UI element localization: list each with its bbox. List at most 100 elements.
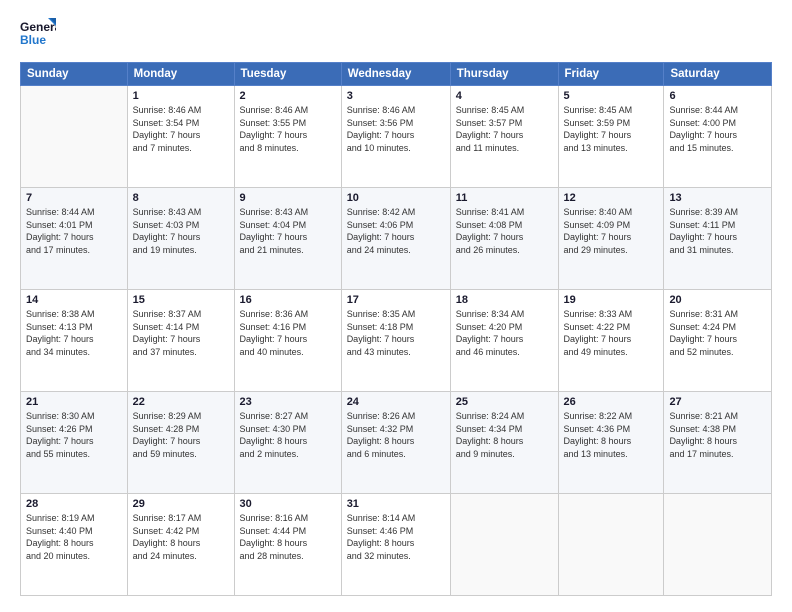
day-info: Sunrise: 8:33 AM Sunset: 4:22 PM Dayligh… — [564, 308, 659, 358]
calendar-cell: 20 Sunrise: 8:31 AM Sunset: 4:24 PM Dayli… — [664, 290, 772, 392]
day-number: 4 — [456, 90, 553, 102]
day-info: Sunrise: 8:27 AM Sunset: 4:30 PM Dayligh… — [240, 410, 336, 460]
calendar-cell: 16 Sunrise: 8:36 AM Sunset: 4:16 PM Dayli… — [234, 290, 341, 392]
week-row-4: 21Sunrise: 8:30 AM Sunset: 4:26 PM Dayli… — [21, 392, 772, 494]
header: General Blue — [20, 16, 772, 52]
day-number: 7 — [26, 192, 122, 204]
calendar-cell: 14Sunrise: 8:38 AM Sunset: 4:13 PM Dayli… — [21, 290, 128, 392]
day-number: 9 — [240, 192, 336, 204]
week-row-2: 7 Sunrise: 8:44 AM Sunset: 4:01 PM Daylig… — [21, 188, 772, 290]
day-info: Sunrise: 8:31 AM Sunset: 4:24 PM Dayligh… — [669, 308, 766, 358]
day-number: 15 — [133, 294, 229, 306]
calendar-cell: 17Sunrise: 8:35 AM Sunset: 4:18 PM Dayli… — [341, 290, 450, 392]
calendar-cell: 25Sunrise: 8:24 AM Sunset: 4:34 PM Dayli… — [450, 392, 558, 494]
day-number: 31 — [347, 498, 445, 510]
calendar-cell: 18Sunrise: 8:34 AM Sunset: 4:20 PM Dayli… — [450, 290, 558, 392]
day-number: 25 — [456, 396, 553, 408]
day-info: Sunrise: 8:44 AM Sunset: 4:00 PM Dayligh… — [669, 104, 766, 154]
svg-text:General: General — [20, 20, 56, 34]
calendar-cell: 24 Sunrise: 8:26 AM Sunset: 4:32 PM Dayli… — [341, 392, 450, 494]
day-info: Sunrise: 8:29 AM Sunset: 4:28 PM Dayligh… — [133, 410, 229, 460]
day-number: 17 — [347, 294, 445, 306]
calendar-cell: 29 Sunrise: 8:17 AM Sunset: 4:42 PM Dayli… — [127, 494, 234, 596]
day-info: Sunrise: 8:16 AM Sunset: 4:44 PM Dayligh… — [240, 512, 336, 562]
day-info: Sunrise: 8:21 AM Sunset: 4:38 PM Dayligh… — [669, 410, 766, 460]
day-info: Sunrise: 8:36 AM Sunset: 4:16 PM Dayligh… — [240, 308, 336, 358]
week-row-1: 1Sunrise: 8:46 AM Sunset: 3:54 PM Daylig… — [21, 86, 772, 188]
calendar-cell: 6 Sunrise: 8:44 AM Sunset: 4:00 PM Daylig… — [664, 86, 772, 188]
day-number: 28 — [26, 498, 122, 510]
day-info: Sunrise: 8:26 AM Sunset: 4:32 PM Dayligh… — [347, 410, 445, 460]
calendar-cell: 11Sunrise: 8:41 AM Sunset: 4:08 PM Dayli… — [450, 188, 558, 290]
day-number: 26 — [564, 396, 659, 408]
day-number: 16 — [240, 294, 336, 306]
calendar-table: SundayMondayTuesdayWednesdayThursdayFrid… — [20, 62, 772, 596]
weekday-header-saturday: Saturday — [664, 63, 772, 86]
day-info: Sunrise: 8:38 AM Sunset: 4:13 PM Dayligh… — [26, 308, 122, 358]
calendar-cell — [450, 494, 558, 596]
day-info: Sunrise: 8:43 AM Sunset: 4:03 PM Dayligh… — [133, 206, 229, 256]
weekday-header-tuesday: Tuesday — [234, 63, 341, 86]
calendar-cell: 28 Sunrise: 8:19 AM Sunset: 4:40 PM Dayli… — [21, 494, 128, 596]
logo: General Blue — [20, 16, 56, 52]
calendar-cell: 22 Sunrise: 8:29 AM Sunset: 4:28 PM Dayli… — [127, 392, 234, 494]
calendar-cell — [21, 86, 128, 188]
day-number: 13 — [669, 192, 766, 204]
calendar-cell: 21Sunrise: 8:30 AM Sunset: 4:26 PM Dayli… — [21, 392, 128, 494]
logo-bird-icon: General Blue — [20, 16, 56, 52]
day-number: 30 — [240, 498, 336, 510]
calendar-cell: 8 Sunrise: 8:43 AM Sunset: 4:03 PM Daylig… — [127, 188, 234, 290]
day-info: Sunrise: 8:39 AM Sunset: 4:11 PM Dayligh… — [669, 206, 766, 256]
weekday-header-row: SundayMondayTuesdayWednesdayThursdayFrid… — [21, 63, 772, 86]
weekday-header-wednesday: Wednesday — [341, 63, 450, 86]
day-number: 10 — [347, 192, 445, 204]
calendar-cell: 12 Sunrise: 8:40 AM Sunset: 4:09 PM Dayli… — [558, 188, 664, 290]
calendar-cell — [558, 494, 664, 596]
calendar-cell: 27 Sunrise: 8:21 AM Sunset: 4:38 PM Dayli… — [664, 392, 772, 494]
day-info: Sunrise: 8:46 AM Sunset: 3:55 PM Dayligh… — [240, 104, 336, 154]
day-info: Sunrise: 8:43 AM Sunset: 4:04 PM Dayligh… — [240, 206, 336, 256]
week-row-3: 14Sunrise: 8:38 AM Sunset: 4:13 PM Dayli… — [21, 290, 772, 392]
day-number: 8 — [133, 192, 229, 204]
day-info: Sunrise: 8:19 AM Sunset: 4:40 PM Dayligh… — [26, 512, 122, 562]
day-number: 29 — [133, 498, 229, 510]
calendar-cell — [664, 494, 772, 596]
day-info: Sunrise: 8:22 AM Sunset: 4:36 PM Dayligh… — [564, 410, 659, 460]
calendar-cell: 5 Sunrise: 8:45 AM Sunset: 3:59 PM Daylig… — [558, 86, 664, 188]
calendar-cell: 2 Sunrise: 8:46 AM Sunset: 3:55 PM Daylig… — [234, 86, 341, 188]
weekday-header-monday: Monday — [127, 63, 234, 86]
weekday-header-thursday: Thursday — [450, 63, 558, 86]
day-number: 1 — [133, 90, 229, 102]
day-number: 11 — [456, 192, 553, 204]
day-info: Sunrise: 8:42 AM Sunset: 4:06 PM Dayligh… — [347, 206, 445, 256]
weekday-header-sunday: Sunday — [21, 63, 128, 86]
logo-container: General Blue — [20, 16, 56, 52]
day-number: 2 — [240, 90, 336, 102]
calendar-cell: 31 Sunrise: 8:14 AM Sunset: 4:46 PM Dayli… — [341, 494, 450, 596]
page: General Blue SundayMondayTuesdayWednesda… — [0, 0, 792, 612]
day-info: Sunrise: 8:17 AM Sunset: 4:42 PM Dayligh… — [133, 512, 229, 562]
calendar-cell: 9 Sunrise: 8:43 AM Sunset: 4:04 PM Daylig… — [234, 188, 341, 290]
day-number: 24 — [347, 396, 445, 408]
day-number: 6 — [669, 90, 766, 102]
day-number: 27 — [669, 396, 766, 408]
day-number: 22 — [133, 396, 229, 408]
day-info: Sunrise: 8:45 AM Sunset: 3:57 PM Dayligh… — [456, 104, 553, 154]
day-number: 12 — [564, 192, 659, 204]
day-number: 21 — [26, 396, 122, 408]
calendar-cell: 30 Sunrise: 8:16 AM Sunset: 4:44 PM Dayli… — [234, 494, 341, 596]
day-info: Sunrise: 8:34 AM Sunset: 4:20 PM Dayligh… — [456, 308, 553, 358]
calendar-cell: 23Sunrise: 8:27 AM Sunset: 4:30 PM Dayli… — [234, 392, 341, 494]
svg-text:Blue: Blue — [20, 33, 46, 47]
day-info: Sunrise: 8:44 AM Sunset: 4:01 PM Dayligh… — [26, 206, 122, 256]
day-info: Sunrise: 8:40 AM Sunset: 4:09 PM Dayligh… — [564, 206, 659, 256]
day-number: 5 — [564, 90, 659, 102]
day-info: Sunrise: 8:45 AM Sunset: 3:59 PM Dayligh… — [564, 104, 659, 154]
calendar-cell: 19Sunrise: 8:33 AM Sunset: 4:22 PM Dayli… — [558, 290, 664, 392]
day-info: Sunrise: 8:14 AM Sunset: 4:46 PM Dayligh… — [347, 512, 445, 562]
week-row-5: 28 Sunrise: 8:19 AM Sunset: 4:40 PM Dayli… — [21, 494, 772, 596]
weekday-header-friday: Friday — [558, 63, 664, 86]
day-number: 20 — [669, 294, 766, 306]
day-number: 3 — [347, 90, 445, 102]
calendar-cell: 1Sunrise: 8:46 AM Sunset: 3:54 PM Daylig… — [127, 86, 234, 188]
